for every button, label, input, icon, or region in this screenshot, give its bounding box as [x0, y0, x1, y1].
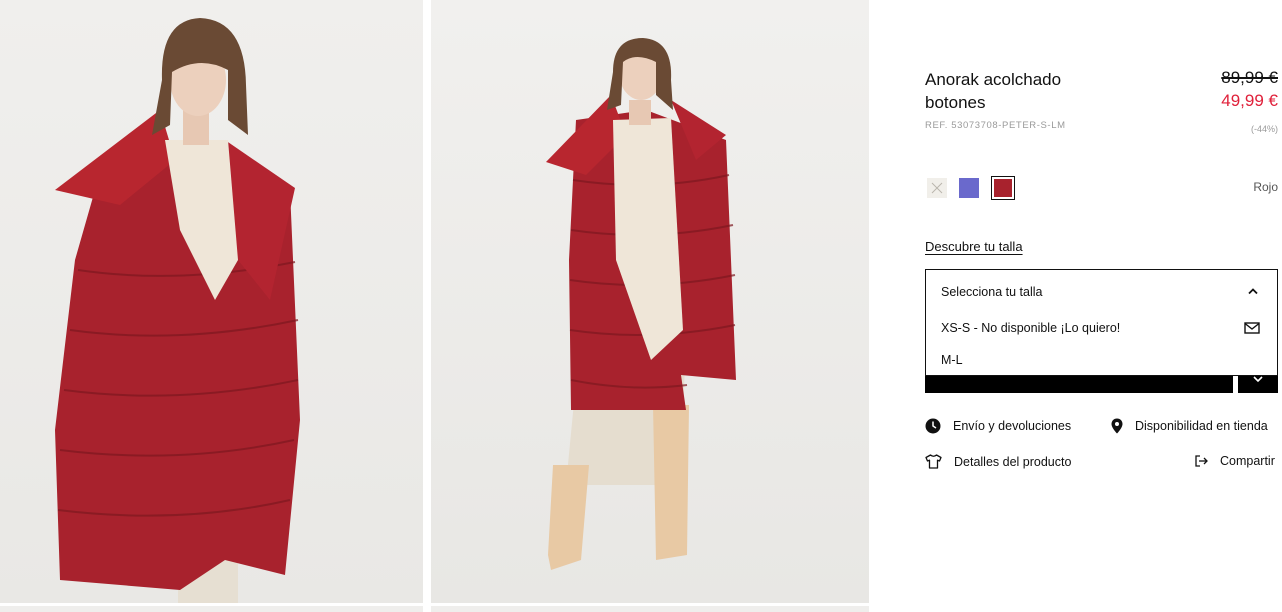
tshirt-icon — [925, 454, 942, 469]
size-guide-link[interactable]: Descubre tu talla — [925, 239, 1023, 254]
discount-badge: (-44%) — [1250, 124, 1278, 134]
product-photo-front[interactable] — [0, 0, 423, 603]
more-options-button[interactable] — [1238, 376, 1278, 393]
add-to-bag-button[interactable] — [925, 376, 1233, 393]
clock-icon — [925, 418, 941, 434]
color-swatch-blue[interactable] — [959, 178, 979, 198]
chevron-up-icon[interactable] — [1247, 287, 1259, 295]
product-photo-full[interactable] — [431, 0, 869, 603]
product-title: Anorak acolchado botones — [925, 70, 1062, 112]
next-photo-preview[interactable] — [0, 606, 423, 612]
original-price: 89,99 € — [1221, 68, 1278, 87]
share-link[interactable]: Compartir — [1195, 454, 1275, 468]
location-pin-icon — [1111, 418, 1123, 434]
product-info-panel: Anorak acolchado botones REF. 53073708-P… — [925, 0, 1282, 612]
color-swatch-cream[interactable] — [927, 178, 947, 198]
color-swatch-red-fill — [994, 179, 1012, 197]
size-dropdown-placeholder[interactable]: Selecciona tu talla — [941, 285, 1042, 299]
model-illustration-front — [55, 18, 300, 603]
model-illustration-full — [546, 38, 736, 570]
size-option-xs-s[interactable]: XS-S - No disponible ¡Lo quiero! — [941, 321, 1120, 335]
product-details-label: Detalles del producto — [954, 454, 1072, 469]
shipping-returns-link[interactable]: Envío y devoluciones — [925, 418, 1071, 434]
store-availability-link[interactable]: Disponibilidad en tienda — [1111, 418, 1268, 434]
product-details-link[interactable]: Detalles del producto — [925, 454, 1071, 469]
product-reference: REF. 53073708-PETER-S-LM — [925, 120, 1066, 131]
unavailable-cross-icon — [931, 182, 943, 194]
color-swatch-red[interactable] — [991, 176, 1015, 200]
size-dropdown[interactable]: Selecciona tu talla XS-S - No disponible… — [925, 269, 1278, 376]
selected-color-label: Rojo — [1253, 180, 1278, 194]
shipping-returns-label: Envío y devoluciones — [953, 419, 1072, 433]
chevron-down-icon — [1253, 376, 1263, 383]
share-icon — [1195, 455, 1208, 467]
store-availability-label: Disponibilidad en tienda — [1135, 419, 1268, 433]
next-photo-preview[interactable] — [431, 606, 869, 612]
share-label: Compartir — [1220, 454, 1275, 468]
sale-price: 49,99 € — [1221, 91, 1278, 110]
size-option-m-l[interactable]: M-L — [941, 353, 963, 367]
mail-icon[interactable] — [1244, 322, 1260, 334]
